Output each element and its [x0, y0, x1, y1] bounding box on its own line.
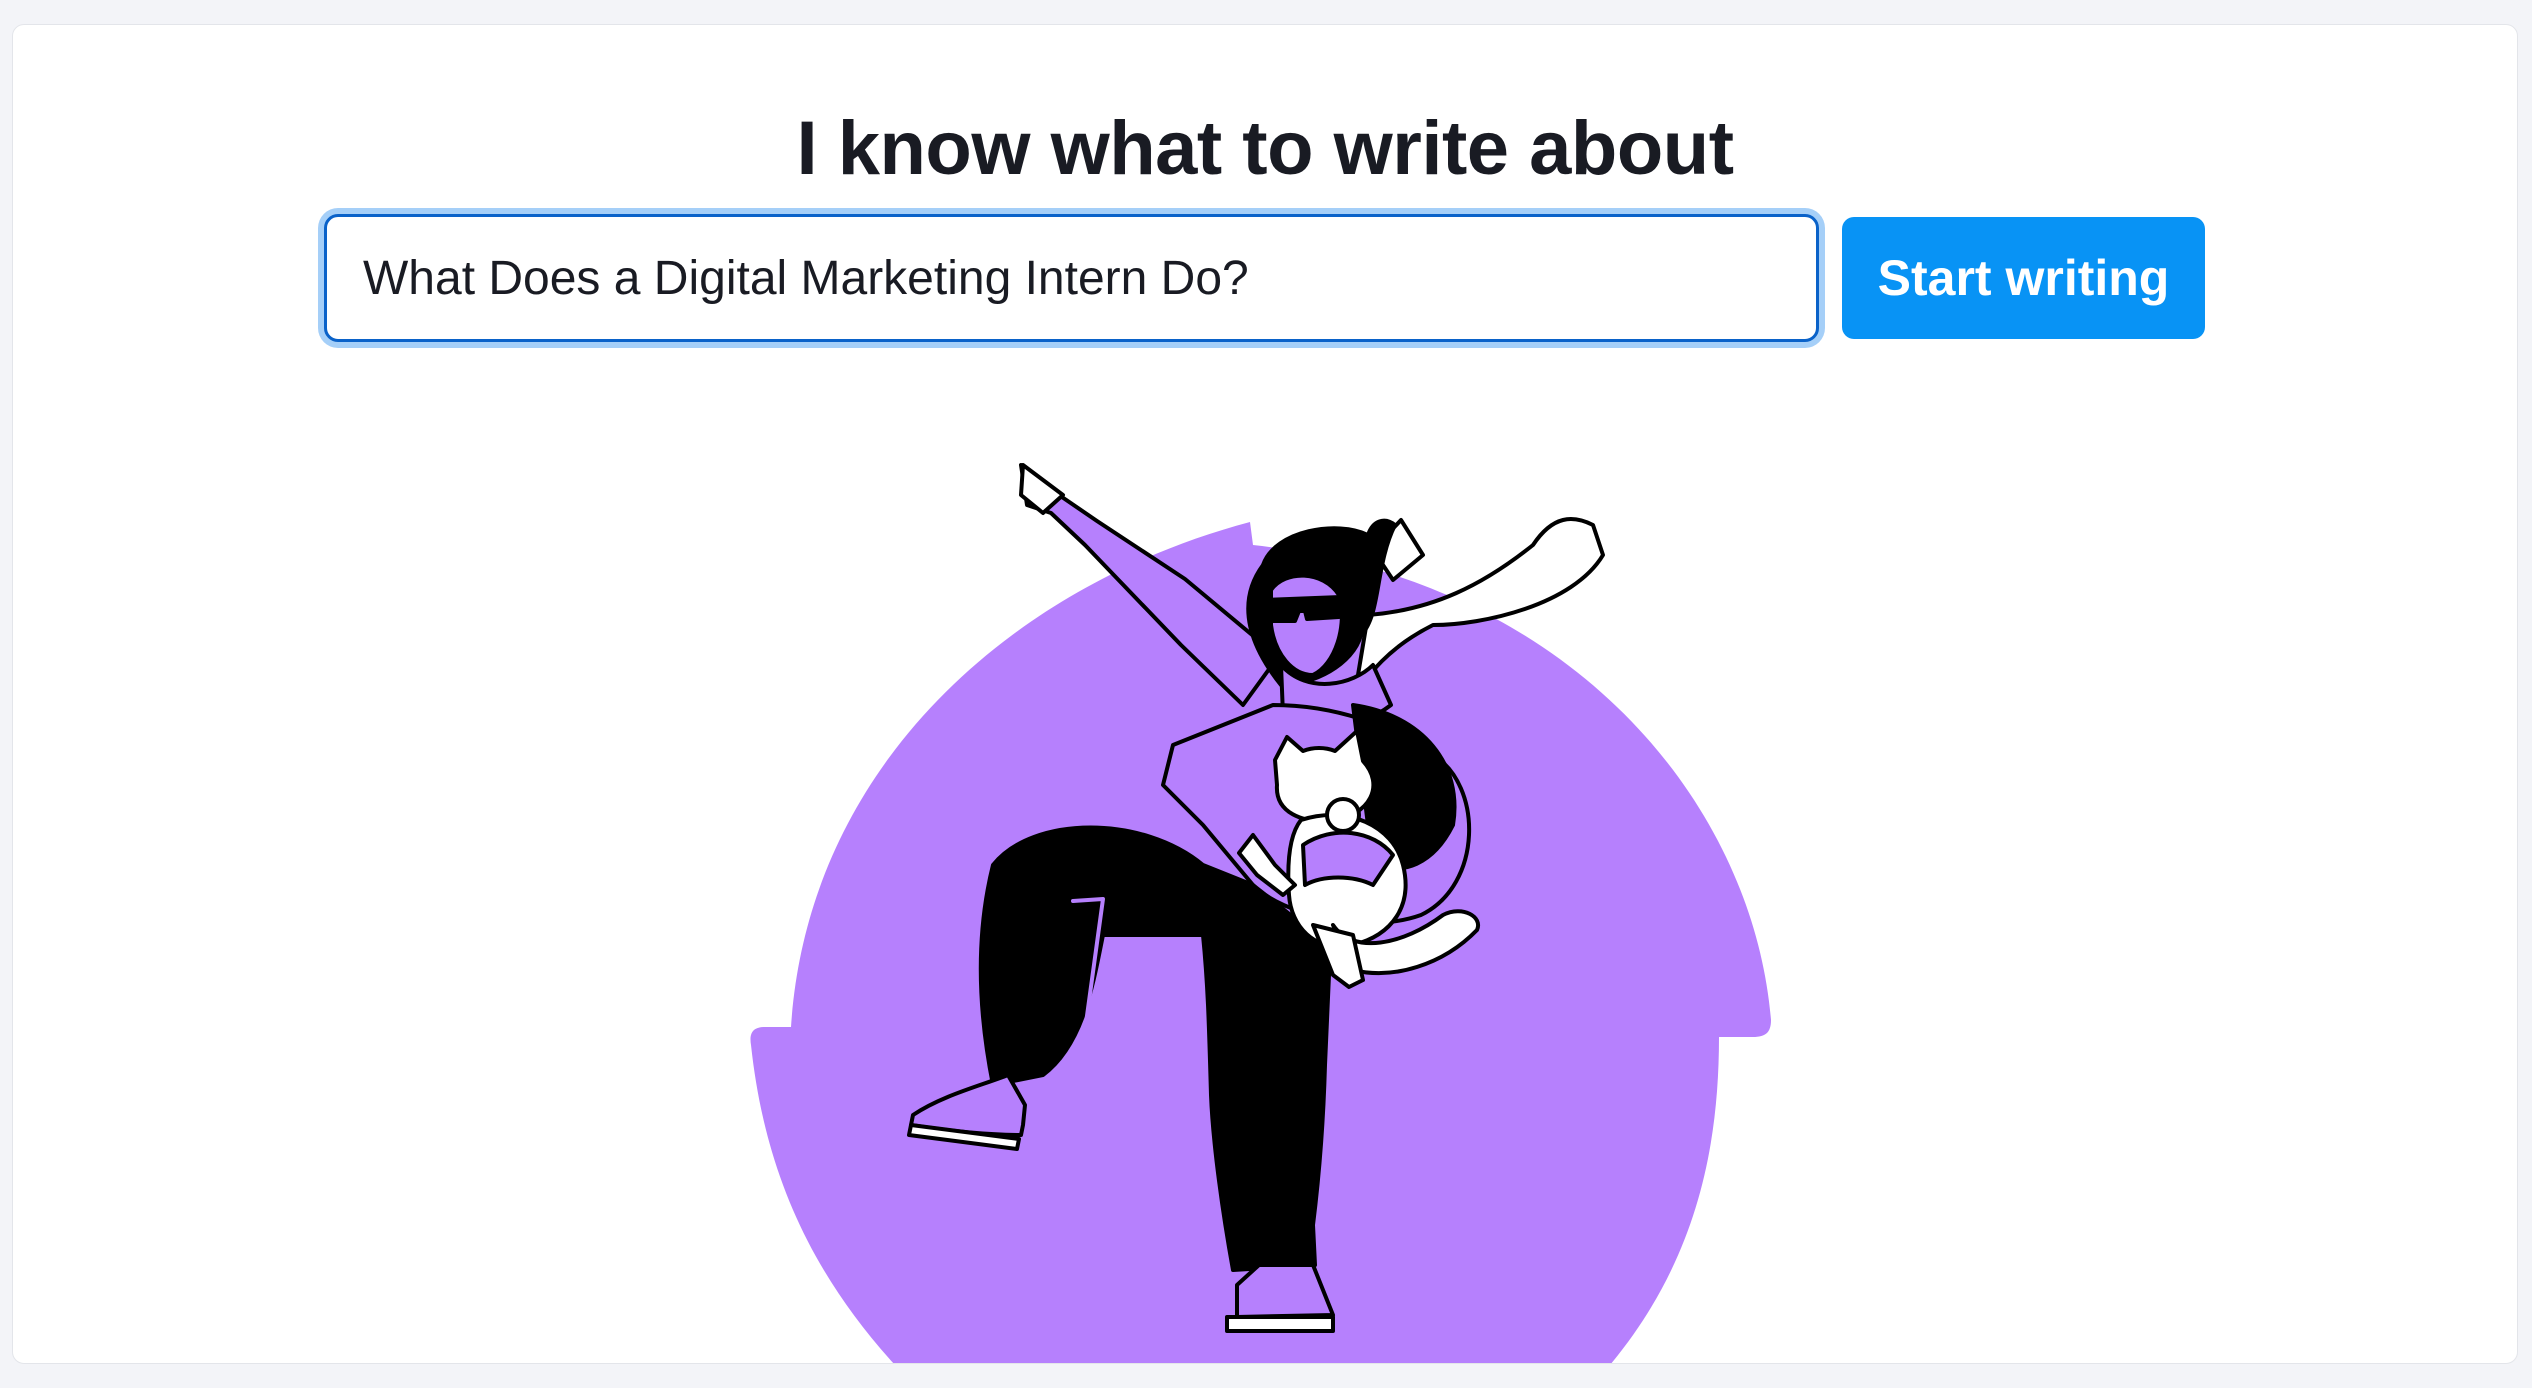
scarf	[1351, 517, 1605, 707]
page-title: I know what to write about	[796, 106, 1735, 191]
cat-body	[1286, 813, 1408, 949]
pants-stripe	[1071, 897, 1105, 1047]
hair	[1246, 518, 1397, 687]
main-card: I know what to write about Start writing	[12, 24, 2518, 1364]
holding-hand	[1237, 833, 1297, 897]
cat-leg	[1311, 923, 1365, 989]
left-shoe	[909, 1073, 1027, 1137]
sunglasses	[1263, 595, 1343, 623]
raised-arm	[1019, 463, 1277, 707]
right-shoe	[1235, 1263, 1335, 1319]
pants	[978, 825, 1332, 1272]
cat-head	[1273, 729, 1376, 824]
cat-tail	[1331, 909, 1481, 975]
topic-input[interactable]	[324, 214, 1819, 342]
jacket	[1351, 703, 1457, 871]
neck-wrap	[1279, 663, 1393, 730]
cat-badge	[1325, 797, 1361, 833]
start-writing-button[interactable]: Start writing	[1842, 217, 2205, 339]
flying-paper	[1371, 518, 1425, 582]
torso	[1161, 703, 1471, 926]
purple-backdrop-shape	[750, 522, 1771, 1363]
face	[1269, 573, 1344, 677]
pointing-hand	[1019, 463, 1065, 515]
